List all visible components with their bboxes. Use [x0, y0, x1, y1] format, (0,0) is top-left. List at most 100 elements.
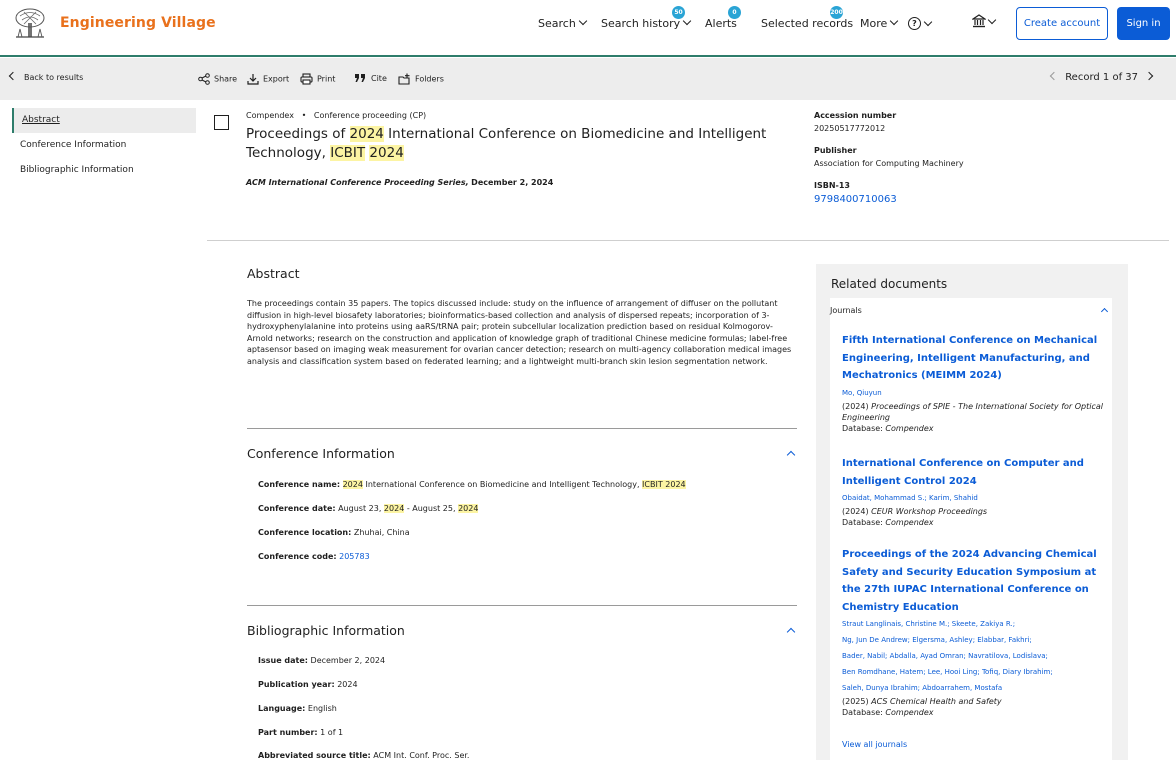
related-item-title[interactable]: Proceedings of the 2024 Advancing Chemic… — [842, 546, 1108, 616]
database-value: Compendex — [885, 518, 934, 527]
related-item-source-title: ACS Chemical Health and Safety — [871, 697, 1002, 706]
publisher-label: Publisher — [814, 146, 857, 155]
related-item-authors[interactable]: Mo, Qiuyun — [842, 385, 1108, 401]
related-item-title[interactable]: Fifth International Conference on Mechan… — [842, 332, 1108, 385]
related-item-authors[interactable]: Ben Romdhane, Hatem; Lee, Hooi Ling; Tof… — [842, 664, 1108, 680]
title-highlight: ICBIT — [330, 145, 366, 161]
field-label: Part number: — [258, 728, 318, 737]
related-item-authors[interactable]: Obaidat, Mohammad S.; Karim, Shahid — [842, 490, 1108, 506]
database-name: Compendex — [246, 111, 294, 120]
back-to-results-link[interactable]: Back to results — [8, 71, 83, 82]
field-value: English — [307, 704, 337, 713]
sign-in-button[interactable]: Sign in — [1117, 7, 1170, 40]
field-label: Abbreviated source title: — [258, 751, 371, 760]
print-button[interactable]: Print — [300, 73, 335, 85]
cite-button[interactable]: Cite — [354, 73, 387, 84]
share-icon — [198, 73, 210, 85]
institution-icon[interactable] — [972, 14, 986, 28]
nav-selected-records[interactable]: Selected records — [761, 17, 853, 30]
record-counter: Record 1 of 37 — [1065, 72, 1138, 83]
section-divider — [247, 605, 797, 606]
accession-label: Accession number — [814, 111, 897, 120]
record-title: Proceedings of 2024 International Confer… — [246, 125, 786, 163]
bibliographic-info-heading: Bibliographic Information — [247, 623, 405, 638]
share-button[interactable]: Share — [198, 73, 237, 85]
chevron-down-icon — [682, 16, 692, 26]
related-documents-panel: Related documents Journals Fifth Interna… — [816, 264, 1128, 760]
issue-date-field: Issue date: December 2, 2024 — [258, 656, 385, 665]
doc-meta: Compendex • Conference proceeding (CP) — [246, 111, 426, 120]
brand-name[interactable]: Engineering Village — [60, 15, 216, 31]
select-record-checkbox[interactable] — [214, 115, 229, 130]
share-label: Share — [214, 74, 238, 84]
collapse-journals-icon[interactable] — [1100, 307, 1109, 316]
related-item-database: Database: Compendex — [842, 707, 1108, 718]
section-nav-bibliographic-information[interactable]: Bibliographic Information — [12, 158, 196, 183]
export-label: Export — [263, 74, 290, 84]
related-item-authors[interactable]: Straut Langlinais, Christine M.; Skeete,… — [842, 616, 1108, 632]
related-item-title[interactable]: International Conference on Computer and… — [842, 455, 1108, 490]
field-value: 2024 — [337, 680, 358, 689]
abstract-text: The proceedings contain 35 papers. The t… — [247, 299, 792, 366]
nav-alerts[interactable]: Alerts — [705, 17, 737, 30]
abstract-heading: Abstract — [247, 266, 300, 281]
folder-add-icon — [398, 73, 410, 85]
section-nav: Abstract Conference Information Bibliogr… — [12, 108, 196, 183]
publication-year-field: Publication year: 2024 — [258, 680, 358, 689]
field-label: Issue date: — [258, 656, 308, 665]
related-item-year: (2025) — [842, 697, 869, 706]
section-nav-conference-information[interactable]: Conference Information — [12, 133, 196, 158]
elsevier-tree-logo[interactable] — [12, 7, 48, 41]
record-toolbar: Back to results Share Export Print Cite … — [0, 58, 1176, 100]
conference-date-field: Conference date: August 23, 2024 - Augus… — [258, 504, 479, 513]
field-label: Conference name: — [258, 480, 341, 489]
related-item-source: (2025) ACS Chemical Health and Safety — [842, 696, 1108, 707]
field-label: Conference location: — [258, 528, 352, 537]
create-account-button[interactable]: Create account — [1016, 7, 1108, 40]
related-item-authors[interactable]: Ng, Jun De Andrew; Elgersma, Ashley; Ela… — [842, 632, 1108, 648]
quote-icon — [355, 74, 365, 82]
section-nav-abstract[interactable]: Abstract — [12, 108, 196, 133]
journals-label: Journals — [830, 306, 862, 315]
chevron-down-icon[interactable] — [987, 15, 997, 25]
abbreviated-source-title-field: Abbreviated source title: ACM Int. Conf.… — [258, 751, 469, 760]
chevron-down-icon[interactable] — [923, 17, 933, 27]
related-item-authors[interactable]: Bader, Nabil; Abdalla, Ayad Omran; Navra… — [842, 648, 1108, 664]
series-name: ACM International Conference Proceeding … — [246, 178, 469, 187]
folders-button[interactable]: Folders — [398, 73, 444, 85]
related-item-database: Database: Compendex — [842, 423, 1108, 434]
database-label: Database: — [842, 708, 883, 717]
nav-search-label: Search — [538, 17, 576, 30]
chevron-down-icon — [890, 16, 899, 26]
field-value: International Conference on Biomedicine … — [362, 480, 643, 489]
help-icon[interactable]: ? — [908, 17, 921, 30]
isbn-link[interactable]: 9798400710063 — [814, 194, 1114, 205]
nav-more[interactable]: More — [860, 16, 899, 30]
conference-location-field: Conference location: Zhuhai, China — [258, 528, 410, 537]
alerts-count-badge: 0 — [728, 6, 741, 19]
nav-search-history-label: Search history — [601, 17, 681, 30]
top-header: Engineering Village Search Search histor… — [0, 0, 1176, 57]
meta-separator: • — [296, 111, 312, 120]
field-value: ACM Int. Conf. Proc. Ser. — [373, 751, 470, 760]
view-all-journals-link[interactable]: View all journals — [842, 740, 907, 749]
export-button[interactable]: Export — [247, 73, 289, 85]
previous-record-icon[interactable] — [1049, 71, 1059, 81]
part-number-field: Part number: 1 of 1 — [258, 728, 343, 737]
nav-search[interactable]: Search — [538, 16, 588, 30]
chevron-left-icon — [8, 71, 18, 81]
field-value: - August 25, — [404, 504, 459, 513]
nav-more-label: More — [860, 17, 888, 30]
database-value: Compendex — [885, 423, 934, 433]
database-label: Database: — [842, 518, 883, 527]
collapse-conference-icon[interactable] — [786, 450, 796, 460]
field-highlight: 2024 — [383, 504, 405, 513]
collapse-bibliographic-icon[interactable] — [786, 627, 796, 637]
title-highlight: 2024 — [349, 126, 384, 142]
chevron-down-icon — [578, 16, 588, 26]
related-item-database: Database: Compendex — [842, 517, 1108, 528]
related-item-source-title: Proceedings of SPIE - The International … — [842, 401, 1104, 422]
conference-code-link[interactable]: 205783 — [339, 552, 370, 561]
next-record-icon[interactable] — [1144, 71, 1154, 81]
related-item-authors[interactable]: Saleh, Dunya Ibrahim; Abdoarrahem, Mosta… — [842, 680, 1108, 696]
